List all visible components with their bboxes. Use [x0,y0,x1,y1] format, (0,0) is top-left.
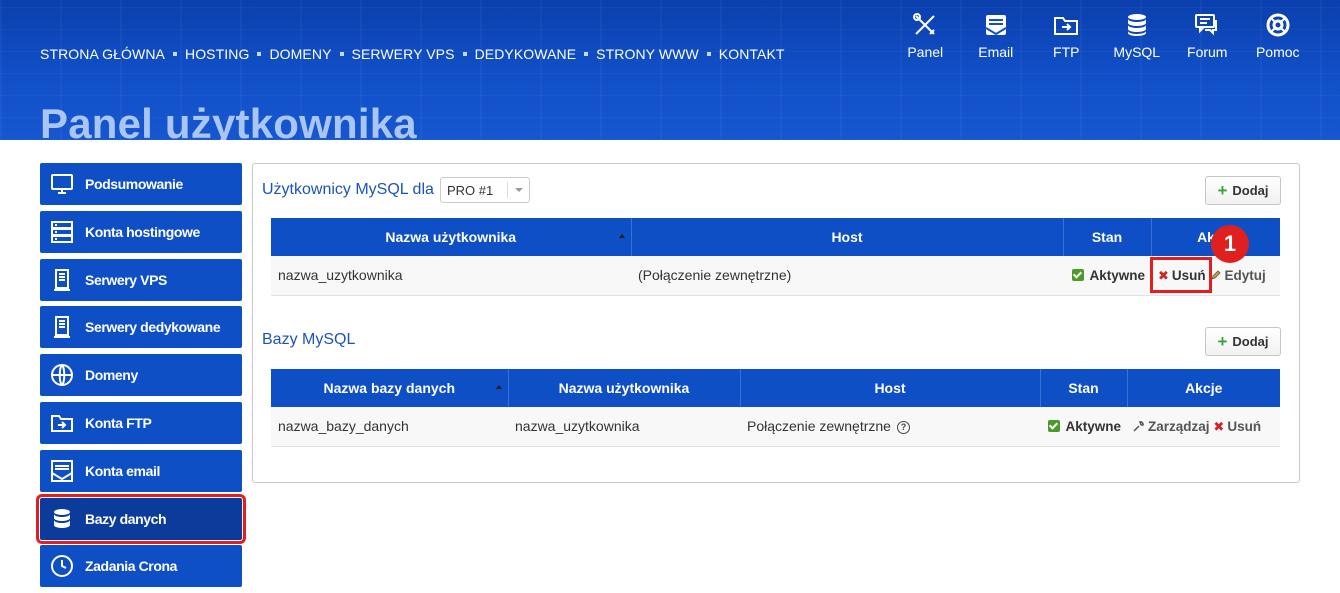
mysql-users-table: Nazwa użytkownika Host Stan Akcje nazwa_… [271,218,1280,296]
sidebar: Podsumowanie Konta hostingowe Serwery VP… [36,163,246,593]
status-badge: Aktywne [1065,419,1121,435]
step-badge: 1 [1211,225,1249,263]
clock-icon [51,555,73,578]
col-host: Host [631,218,1064,256]
sidebar-item-domains[interactable]: Domeny [40,354,242,397]
wrench-icon [1133,420,1144,432]
tool-mysql[interactable]: MySQL [1102,12,1173,60]
header: STRONA GŁÓWNA HOSTING DOMENY SERWERY VPS… [0,0,1340,140]
sidebar-item-vps[interactable]: Serwery VPS [40,258,242,301]
nav-hosting[interactable]: HOSTING [185,46,249,62]
col-db-user: Nazwa użytkownika [508,369,741,407]
sort-asc-icon [618,234,625,238]
nav-dedicated[interactable]: DEDYKOWANE [475,46,577,62]
tool-ftp[interactable]: FTP [1031,12,1102,60]
manage-database-link[interactable]: Zarządzaj [1133,418,1210,434]
sidebar-item-databases[interactable]: Bazy danych [36,493,246,544]
check-icon [1072,269,1085,282]
cell-username: nazwa_uzytkownika [271,256,631,296]
table-row: nazwa_bazy_danych nazwa_uzytkownika Połą… [271,407,1280,447]
nav-domains[interactable]: DOMENY [269,46,331,62]
sidebar-item-hosting-accounts[interactable]: Konta hostingowe [40,210,242,253]
plus-icon: + [1217,181,1228,200]
cell-db-status: Aktywne [1040,407,1127,447]
lifebuoy-icon [1266,13,1290,37]
col-status: Stan [1063,218,1152,256]
sidebar-item-ftp[interactable]: Konta FTP [40,401,242,444]
delete-database-link[interactable]: ✖ Usuń [1213,418,1261,434]
nav-contact[interactable]: KONTAKT [719,46,785,62]
account-select[interactable]: PRO #1 [440,177,530,203]
cell-db-name: nazwa_bazy_danych [271,407,508,447]
database-icon [1127,14,1146,36]
cell-db-actions: Zarządzaj ✖ Usuń [1127,407,1280,447]
mysql-users-title: Użytkownicy MySQL dla [262,181,434,198]
col-db-name[interactable]: Nazwa bazy danych [271,369,509,407]
sidebar-item-dedicated[interactable]: Serwery dedykowane [40,306,242,349]
col-username[interactable]: Nazwa użytkownika [271,218,632,256]
mysql-databases-table: Nazwa bazy danych Nazwa użytkownika Host… [271,369,1280,447]
help-icon[interactable]: ? [896,421,910,435]
database-icon [54,508,70,528]
server-stack-icon [51,220,73,243]
envelope-icon [51,459,73,482]
cell-host: (Połączenie zewnętrzne) [631,256,1063,296]
nav-vps[interactable]: SERWERY VPS [352,46,455,62]
status-badge: Aktywne [1089,268,1145,284]
delete-icon: ✖ [1213,418,1225,434]
chevron-down-icon [507,182,529,198]
tool-forum[interactable]: Forum [1172,12,1243,60]
email-icon [985,15,1007,36]
delete-highlight-box [1150,257,1212,293]
tool-email[interactable]: Email [961,12,1032,60]
plus-icon: + [1217,332,1228,351]
mysql-databases-title: Bazy MySQL [262,331,356,348]
add-database-button[interactable]: + Dodaj [1205,327,1281,356]
top-navigation: STRONA GŁÓWNA HOSTING DOMENY SERWERY VPS… [40,46,785,62]
sort-asc-icon [495,385,502,389]
cell-db-user: nazwa_uzytkownika [508,407,740,447]
check-icon [1048,420,1061,433]
col-db-status: Stan [1040,369,1128,407]
table-row: nazwa_uzytkownika (Połączenie zewnętrzne… [271,256,1280,296]
folder-icon [1054,17,1079,35]
cell-db-host: Połączenie zewnętrzne? [740,407,1040,447]
quick-tools: Panel Email FTP MySQL Forum Pomoc [890,12,1313,60]
monitor-icon [51,174,73,194]
sidebar-item-summary[interactable]: Podsumowanie [40,163,242,205]
cell-status: Aktywne [1063,256,1151,296]
globe-www-icon [51,364,73,387]
server-icon [54,268,70,291]
folder-icon [51,414,73,432]
tool-help[interactable]: Pomoc [1243,12,1314,60]
page-title: Panel użytkownika [40,100,417,141]
tools-icon [913,13,935,35]
col-db-host: Host [740,369,1041,407]
sidebar-item-cron[interactable]: Zadania Crona [40,545,242,588]
chat-icon [1195,14,1218,36]
nav-websites[interactable]: STRONY WWW [596,46,699,62]
sidebar-item-email[interactable]: Konta email [40,449,242,492]
edit-user-link[interactable]: Edytuj [1210,267,1266,283]
tool-panel[interactable]: Panel [890,12,961,60]
server-icon [54,316,70,339]
nav-home[interactable]: STRONA GŁÓWNA [40,46,165,62]
main-panel: Użytkownicy MySQL dla PRO #1 + Dodaj Nazw… [252,163,1300,483]
col-db-actions: Akcje [1127,369,1280,407]
add-user-button[interactable]: + Dodaj [1205,176,1281,205]
